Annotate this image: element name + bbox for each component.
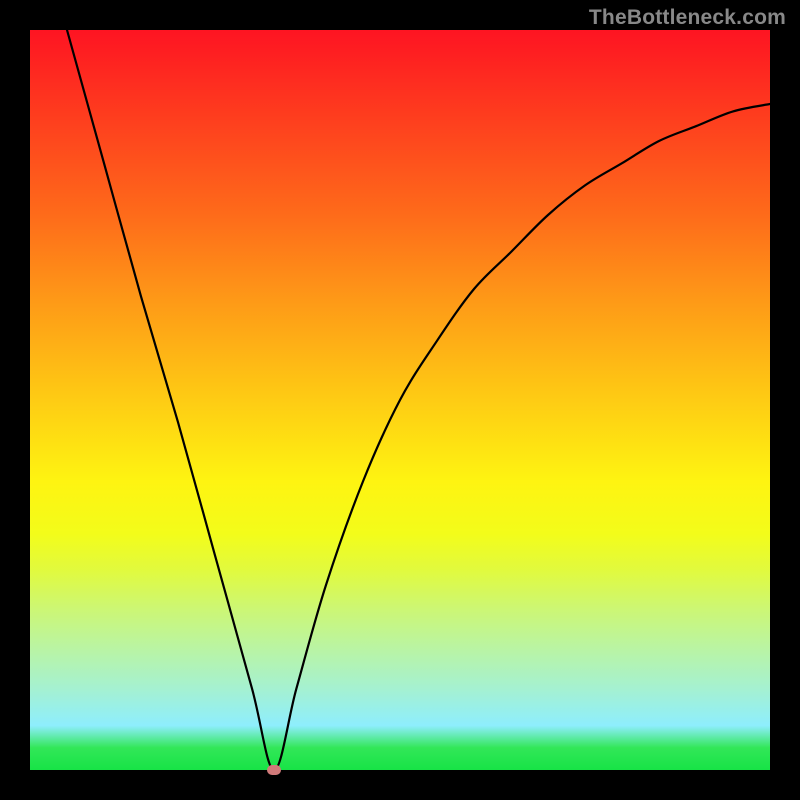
chart-frame: TheBottleneck.com bbox=[0, 0, 800, 800]
curve-svg bbox=[30, 30, 770, 770]
minimum-marker bbox=[267, 765, 281, 775]
watermark-text: TheBottleneck.com bbox=[589, 6, 786, 30]
bottleneck-curve bbox=[67, 30, 770, 770]
plot-area bbox=[30, 30, 770, 770]
